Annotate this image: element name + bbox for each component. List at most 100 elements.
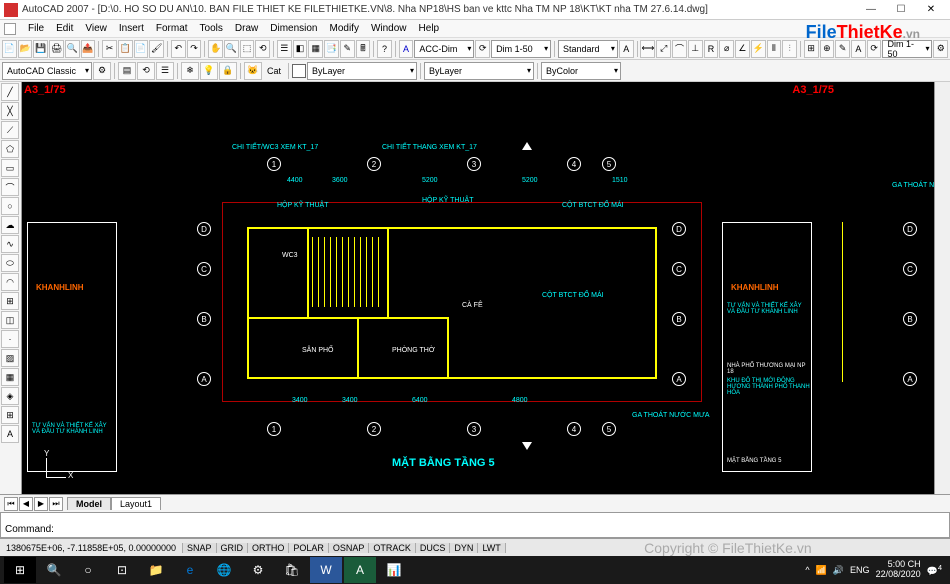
menu-edit[interactable]: Edit <box>50 23 79 34</box>
toggle-otrack[interactable]: OTRACK <box>369 543 416 553</box>
spline-icon[interactable]: ∿ <box>1 235 19 253</box>
toggle-grid[interactable]: GRID <box>217 543 249 553</box>
tab-prev-icon[interactable]: ◀ <box>19 497 33 511</box>
dim-linear-icon[interactable]: ⟷ <box>640 40 655 58</box>
table-icon[interactable]: ⊞ <box>1 406 19 424</box>
menu-dimension[interactable]: Dimension <box>264 23 323 34</box>
search-icon[interactable]: 🔍 <box>38 557 70 583</box>
menu-draw[interactable]: Draw <box>229 23 264 34</box>
preview-icon[interactable]: 🔍 <box>65 40 80 58</box>
dim-continue-icon[interactable]: ⫶ <box>782 40 797 58</box>
ellipse-icon[interactable]: ⬭ <box>1 254 19 272</box>
chrome-icon[interactable]: 🌐 <box>208 557 240 583</box>
dimscale-dropdown[interactable]: Dim 1-50 <box>491 40 551 58</box>
settings-icon[interactable]: ⚙ <box>242 557 274 583</box>
xline-icon[interactable]: ╳ <box>1 102 19 120</box>
gradient-icon[interactable]: ▦ <box>1 368 19 386</box>
point-icon[interactable]: · <box>1 330 19 348</box>
explorer-icon[interactable]: 📁 <box>140 557 172 583</box>
cut-icon[interactable]: ✂ <box>102 40 117 58</box>
command-line[interactable]: Command: <box>0 512 950 538</box>
workspace-save-icon[interactable]: ⚙ <box>93 62 111 80</box>
tray-up-icon[interactable]: ^ <box>805 565 809 575</box>
rect-icon[interactable]: ▭ <box>1 159 19 177</box>
mtext-icon[interactable]: A <box>1 425 19 443</box>
dim-angle-icon[interactable]: ∠ <box>735 40 750 58</box>
layer-off-icon[interactable]: 💡 <box>200 62 218 80</box>
ellipse-arc-icon[interactable]: ◠ <box>1 273 19 291</box>
dim-dia-icon[interactable]: ⌀ <box>719 40 734 58</box>
layer-prev-icon[interactable]: ⟲ <box>137 62 155 80</box>
zoom-prev-icon[interactable]: ⟲ <box>255 40 270 58</box>
dim-arc-icon[interactable]: ⌒ <box>672 40 687 58</box>
save-icon[interactable]: 💾 <box>33 40 48 58</box>
menu-tools[interactable]: Tools <box>194 23 229 34</box>
toggle-ducs[interactable]: DUCS <box>416 543 451 553</box>
textstyle-dropdown[interactable]: Standard <box>558 40 618 58</box>
toggle-snap[interactable]: SNAP <box>183 543 217 553</box>
close-button[interactable]: ✕ <box>916 1 946 19</box>
toggle-polar[interactable]: POLAR <box>289 543 329 553</box>
dim-baseline-icon[interactable]: ⫴ <box>767 40 782 58</box>
clock[interactable]: 5:00 CH 22/08/2020 <box>876 560 921 580</box>
dim-style-icon[interactable]: ⚙ <box>933 40 948 58</box>
dimstyle-dropdown[interactable]: ACC-Dim <box>414 40 474 58</box>
block-icon[interactable]: ◫ <box>1 311 19 329</box>
pan-icon[interactable]: ✋ <box>208 40 223 58</box>
arc-icon[interactable]: ⌒ <box>1 178 19 196</box>
start-button[interactable]: ⊞ <box>4 557 36 583</box>
menu-help[interactable]: Help <box>413 23 446 34</box>
circle-icon[interactable]: ○ <box>1 197 19 215</box>
hatch-icon[interactable]: ▨ <box>1 349 19 367</box>
pline-icon[interactable]: ⟋ <box>1 121 19 139</box>
zoom-window-icon[interactable]: ⬚ <box>240 40 255 58</box>
tool-palette-icon[interactable]: ▦ <box>308 40 323 58</box>
line-icon[interactable]: ╱ <box>1 83 19 101</box>
notification-icon[interactable]: 💬4 <box>927 563 942 577</box>
undo-icon[interactable]: ↶ <box>171 40 186 58</box>
cat-icon[interactable]: 🐱 <box>244 62 262 80</box>
menu-window[interactable]: Window <box>365 23 413 34</box>
word-icon[interactable]: W <box>310 557 342 583</box>
dim-ord-icon[interactable]: ⊥ <box>688 40 703 58</box>
tray-network-icon[interactable]: 📶 <box>816 565 827 576</box>
lineweight-dropdown[interactable]: ByColor <box>541 62 621 80</box>
store-icon[interactable]: 🛍 <box>276 557 308 583</box>
menu-file[interactable]: File <box>22 23 50 34</box>
app-icon[interactable]: 📊 <box>378 557 410 583</box>
right-scrollbar[interactable] <box>934 82 950 494</box>
revcloud-icon[interactable]: ☁ <box>1 216 19 234</box>
dim-quick-icon[interactable]: ⚡ <box>751 40 766 58</box>
color-swatch[interactable] <box>292 64 306 78</box>
menu-view[interactable]: View <box>79 23 113 34</box>
dim-aligned-icon[interactable]: ⤢ <box>656 40 671 58</box>
layer-icon[interactable]: ▤ <box>118 62 136 80</box>
autocad-task-icon[interactable]: A <box>344 557 376 583</box>
design-icon[interactable]: ◧ <box>293 40 308 58</box>
tab-model[interactable]: Model <box>67 497 111 510</box>
linetype-dropdown[interactable]: ByLayer <box>424 62 534 80</box>
paste-icon[interactable]: 📄 <box>134 40 149 58</box>
maximize-button[interactable]: ☐ <box>886 1 916 19</box>
copy-icon[interactable]: 📋 <box>118 40 133 58</box>
system-tray[interactable]: ^ 📶 🔊 ENG 5:00 CH 22/08/2020 💬4 <box>805 560 946 580</box>
tab-first-icon[interactable]: ⏮ <box>4 497 18 511</box>
tab-layout1[interactable]: Layout1 <box>111 497 161 510</box>
match-icon[interactable]: 🖌 <box>149 40 164 58</box>
taskview-icon[interactable]: ⊡ <box>106 557 138 583</box>
insert-icon[interactable]: ⊞ <box>1 292 19 310</box>
print-icon[interactable]: 🖨 <box>49 40 64 58</box>
calc-icon[interactable]: 🖩 <box>356 40 371 58</box>
sheet-icon[interactable]: 📑 <box>324 40 339 58</box>
text-icon[interactable]: A <box>619 40 634 58</box>
menu-modify[interactable]: Modify <box>324 23 365 34</box>
redo-icon[interactable]: ↷ <box>187 40 202 58</box>
layer-lock-icon[interactable]: 🔒 <box>219 62 237 80</box>
dim-radius-icon[interactable]: R <box>704 40 719 58</box>
dim-icon[interactable]: A <box>399 40 414 58</box>
minimize-button[interactable]: — <box>856 1 886 19</box>
menu-insert[interactable]: Insert <box>113 23 150 34</box>
toggle-dyn[interactable]: DYN <box>450 543 478 553</box>
open-icon[interactable]: 📂 <box>18 40 33 58</box>
drawing-canvas[interactable]: A3_1/75 A3_1/75 1 2 3 4 5 1 2 3 4 5 A B … <box>22 82 934 494</box>
